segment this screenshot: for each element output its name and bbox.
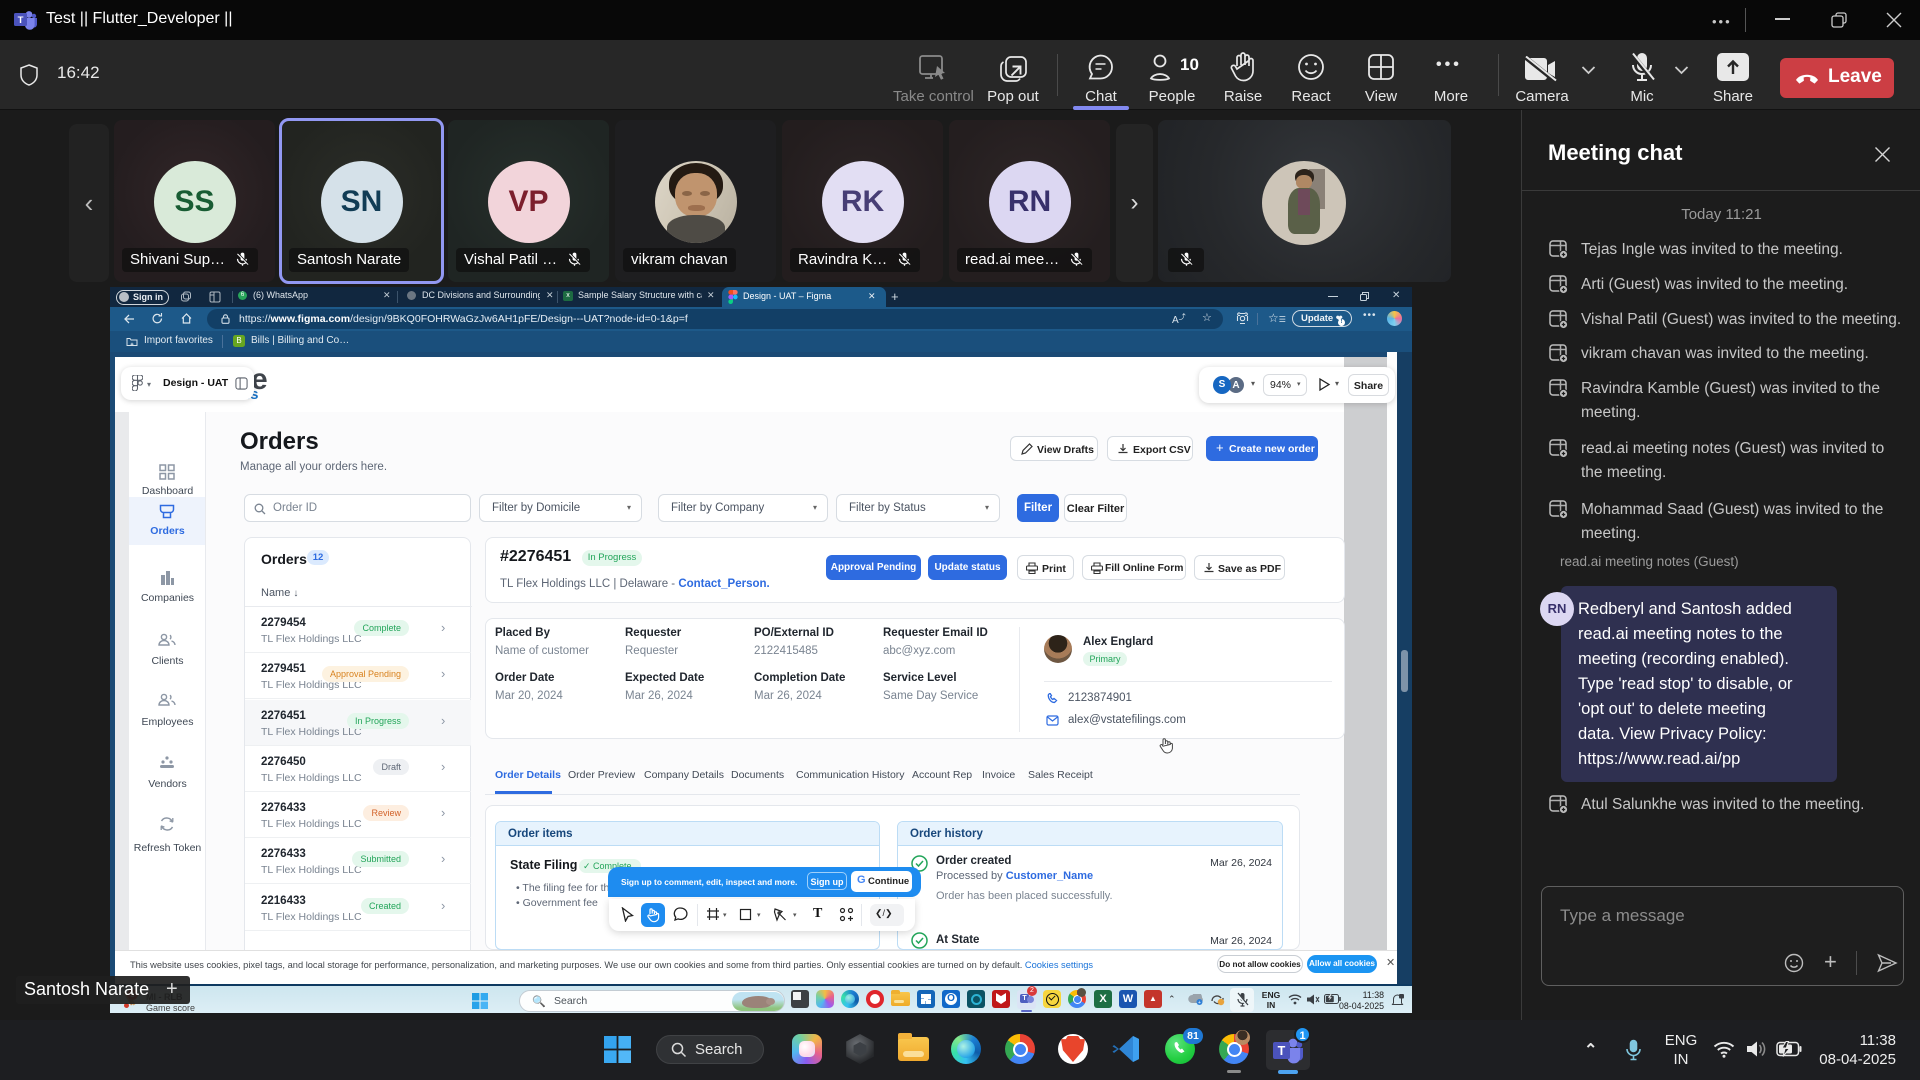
svg-text:+: +	[1198, 1000, 1201, 1005]
svg-text:T: T	[18, 15, 24, 26]
svg-text:T: T	[1278, 1044, 1286, 1058]
